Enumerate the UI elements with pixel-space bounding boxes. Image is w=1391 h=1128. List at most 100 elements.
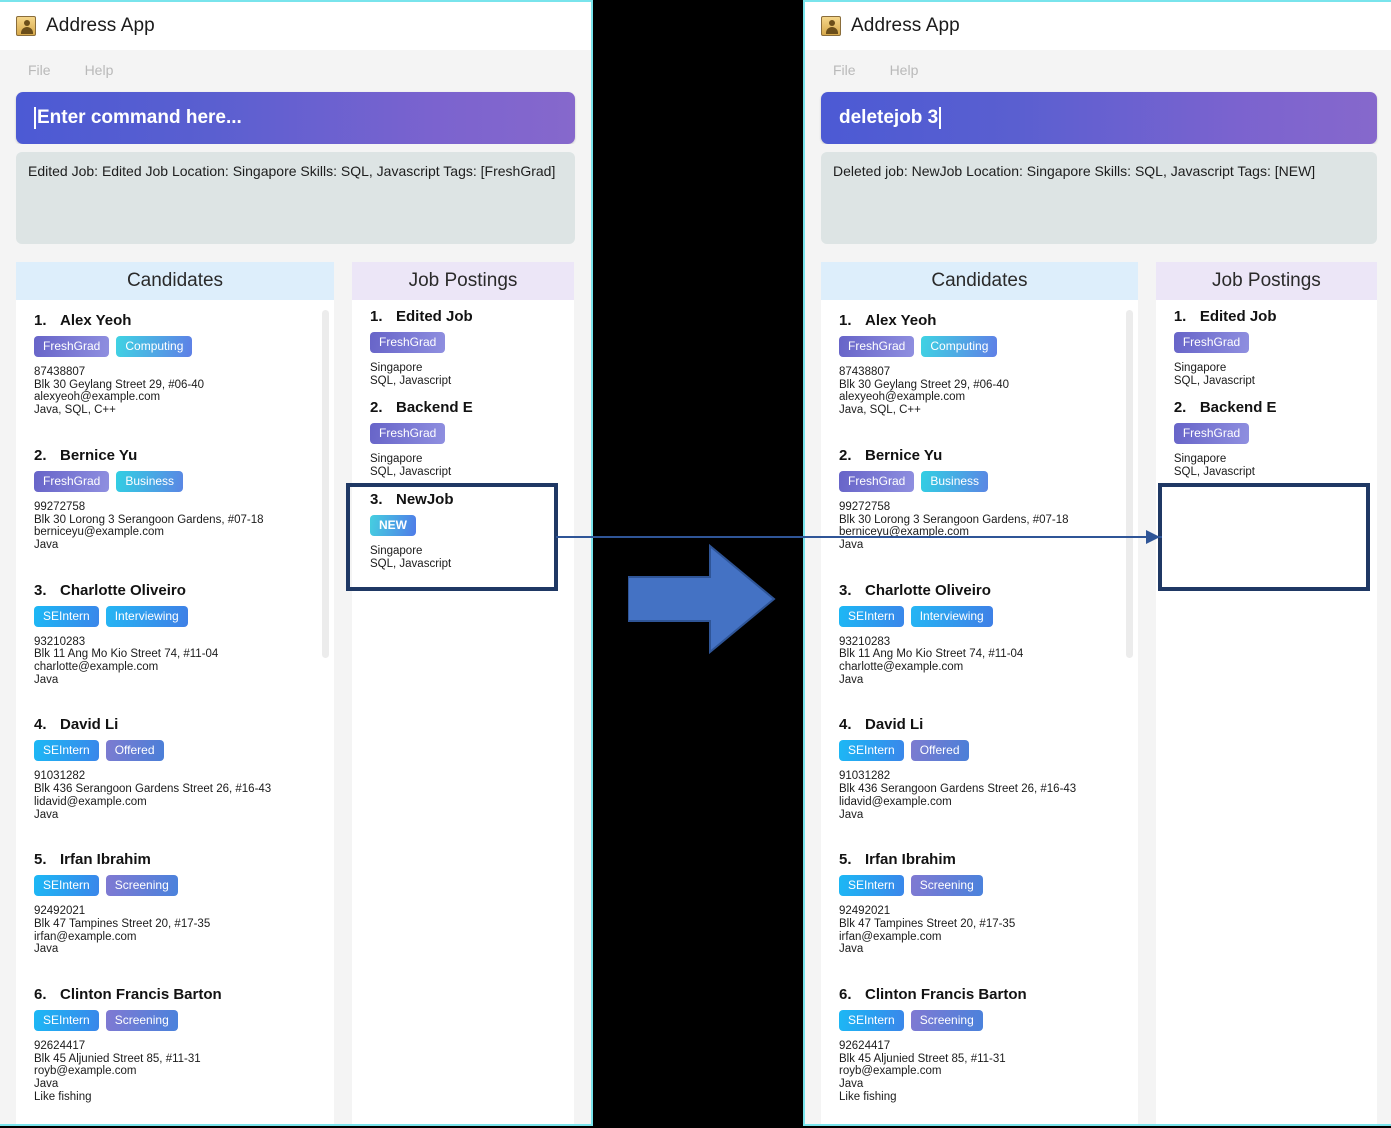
candidate-card[interactable]: 5. Irfan Ibrahim SEIntern Screening 92492021… xyxy=(821,845,1138,956)
card-spacer xyxy=(821,552,1138,576)
candidate-card[interactable]: 6. Clinton Francis Barton SEIntern Screenin… xyxy=(16,980,334,1104)
job-index: 2. xyxy=(370,399,383,417)
tag-badge: Offered xyxy=(105,740,164,762)
candidate-note: Like fishing xyxy=(34,1090,92,1103)
tag-badge: SEIntern xyxy=(839,1010,904,1032)
tag-badge: FreshGrad xyxy=(34,336,110,357)
job-details: Singapore SQL, Javascript xyxy=(1174,362,1361,387)
candidates-scrollbar-right[interactable] xyxy=(1125,310,1133,658)
candidate-title: 1. Alex Yeoh xyxy=(839,312,1122,329)
candidate-phone: 91031282 xyxy=(34,770,86,783)
app-title-right: Address App xyxy=(851,15,960,36)
candidate-title: 4. David Li xyxy=(34,716,318,733)
candidate-title: 5. Irfan Ibrahim xyxy=(34,851,318,868)
job-card[interactable]: 1. Edited Job FreshGrad Singapore SQL, Javas… xyxy=(352,306,574,387)
tag-badge: Offered xyxy=(910,740,969,762)
candidates-panel-right: Candidates 1. Alex Yeoh FreshGrad Computing… xyxy=(821,262,1138,1124)
menu-item-file-right[interactable]: File xyxy=(833,62,856,78)
candidates-list-items-left: 1. Alex Yeoh FreshGrad Computing 87438807 Blk… xyxy=(16,306,334,1124)
candidate-skills: Java xyxy=(839,538,864,551)
candidate-name: Bernice Yu xyxy=(60,446,138,464)
tag-badge: Interviewing xyxy=(105,605,188,627)
card-spacer xyxy=(16,821,334,845)
job-skills: SQL, Javascript xyxy=(1173,374,1255,387)
candidate-name: Alex Yeoh xyxy=(60,312,132,329)
candidate-phone: 92492021 xyxy=(34,905,86,918)
candidate-address: Blk 45 Aljunied Street 85, #11-31 xyxy=(34,1052,201,1065)
candidates-panel-left: Candidates 1. Alex Yeoh FreshGrad Computing… xyxy=(16,262,334,1124)
candidate-card[interactable]: 1. Alex Yeoh FreshGrad Computing 87438807 Blk… xyxy=(16,306,334,417)
jobs-list-right[interactable]: 1. Edited Job FreshGrad Singapore SQL, Javas… xyxy=(1155,300,1377,1124)
candidate-card[interactable]: 5. Irfan Ibrahim SEIntern Screening 92492021… xyxy=(16,845,334,956)
card-spacer xyxy=(16,956,334,980)
text-caret-right xyxy=(939,107,942,129)
job-tags: FreshGrad xyxy=(1173,332,1361,353)
candidates-list-right[interactable]: 1. Alex Yeoh FreshGrad Computing 87438807 Blk… xyxy=(821,300,1138,1124)
candidates-list-left[interactable]: 1. Alex Yeoh FreshGrad Computing 87438807 Blk… xyxy=(16,300,334,1124)
job-card[interactable]: 1. Edited Job FreshGrad Singapore SQL, Javas… xyxy=(1156,306,1377,387)
job-details: Singapore SQL, Javascript xyxy=(1174,453,1361,478)
tag-badge: FreshGrad xyxy=(370,332,446,353)
command-input-left[interactable]: Enter command here... xyxy=(16,92,575,144)
candidate-index: 5. xyxy=(34,851,47,869)
tag-badge: Business xyxy=(921,470,989,492)
tag-badge: SEIntern xyxy=(839,740,904,762)
tag-badge: Business xyxy=(116,470,184,492)
candidate-address: Blk 47 Tampines Street 20, #17-35 xyxy=(34,917,211,930)
address-book-icon xyxy=(821,16,841,36)
command-input-right[interactable]: deletejob 3 xyxy=(821,92,1377,144)
candidate-tags: SEIntern Interviewing xyxy=(34,605,318,627)
candidate-index: 5. xyxy=(839,851,852,869)
candidates-scrollbar-left[interactable] xyxy=(322,310,329,658)
candidate-address: Blk 30 Lorong 3 Serangoon Gardens, #07-1… xyxy=(34,513,264,526)
menu-bar-left: File Help xyxy=(0,50,591,90)
job-card[interactable]: 2. Backend E FreshGrad Singapore SQL, Javasc… xyxy=(352,397,574,478)
candidate-phone: 92624417 xyxy=(34,1040,86,1053)
job-location: Singapore xyxy=(370,544,423,557)
candidate-index: 1. xyxy=(839,312,852,329)
candidate-card[interactable]: 2. Bernice Yu FreshGrad Business 99272758 Blk… xyxy=(821,441,1138,552)
job-index: 1. xyxy=(1173,308,1187,325)
candidate-tags: SEIntern Offered xyxy=(839,740,1122,762)
tag-badge: FreshGrad xyxy=(1173,423,1250,445)
candidate-index: 4. xyxy=(34,716,47,734)
candidate-skills: Java xyxy=(34,808,59,821)
candidate-card[interactable]: 6. Clinton Francis Barton SEIntern Screenin… xyxy=(821,980,1138,1104)
candidate-index: 6. xyxy=(839,986,852,1004)
candidate-details: 91031282 Blk 436 Serangoon Gardens Street… xyxy=(839,770,1122,821)
tag-badge: Interviewing xyxy=(910,605,993,627)
tag-badge: SEIntern xyxy=(34,740,99,762)
job-tags: FreshGrad xyxy=(370,332,558,353)
job-index: 2. xyxy=(1173,399,1187,417)
card-spacer xyxy=(352,479,574,489)
candidate-index: 4. xyxy=(839,716,852,734)
candidate-card[interactable]: 3. Charlotte Oliveiro SEIntern Interviewing… xyxy=(16,576,334,687)
app-title-left: Address App xyxy=(46,15,155,36)
jobs-list-left[interactable]: 1. Edited Job FreshGrad Singapore SQL, Javas… xyxy=(352,300,574,1124)
job-card[interactable]: 2. Backend E FreshGrad Singapore SQL, Javasc… xyxy=(1156,397,1377,478)
candidate-card[interactable]: 4. David Li SEIntern Offered 91031282 Blk 436… xyxy=(16,710,334,821)
candidate-address: Blk 11 Ang Mo Kio Street 74, #11-04 xyxy=(34,648,219,661)
job-card[interactable]: 3. NewJob NEW Singapore SQL, Javascript xyxy=(352,489,574,570)
candidate-skills: Java xyxy=(34,538,59,551)
menu-item-help-left[interactable]: Help xyxy=(85,62,114,78)
job-title: Backend E xyxy=(1199,399,1277,417)
candidate-card[interactable]: 2. Bernice Yu FreshGrad Business 99272758 Blk… xyxy=(16,441,334,552)
card-spacer xyxy=(821,1104,1138,1124)
candidate-name: Irfan Ibrahim xyxy=(60,851,151,869)
jobs-list-items-left: 1. Edited Job FreshGrad Singapore SQL, Javas… xyxy=(352,306,574,580)
candidate-tags: FreshGrad Computing xyxy=(34,336,318,357)
candidate-card[interactable]: 1. Alex Yeoh FreshGrad Computing 87438807 Blk… xyxy=(821,306,1138,417)
job-tags: NEW xyxy=(370,514,558,536)
tag-badge: SEIntern xyxy=(839,605,904,627)
transition-arrow-icon xyxy=(628,544,776,654)
candidate-card[interactable]: 4. David Li SEIntern Offered 91031282 Blk 436… xyxy=(821,710,1138,821)
candidate-address: Blk 436 Serangoon Gardens Street 26, #16… xyxy=(34,783,272,796)
job-skills: SQL, Javascript xyxy=(370,466,452,479)
candidate-details: 93210283 Blk 11 Ang Mo Kio Street 74, #11… xyxy=(34,636,318,687)
candidate-card[interactable]: 3. Charlotte Oliveiro SEIntern Interviewing… xyxy=(821,576,1138,687)
menu-item-help-right[interactable]: Help xyxy=(890,62,919,78)
card-spacer xyxy=(16,417,334,441)
job-skills: SQL, Javascript xyxy=(370,557,452,570)
menu-item-file-left[interactable]: File xyxy=(28,62,51,78)
